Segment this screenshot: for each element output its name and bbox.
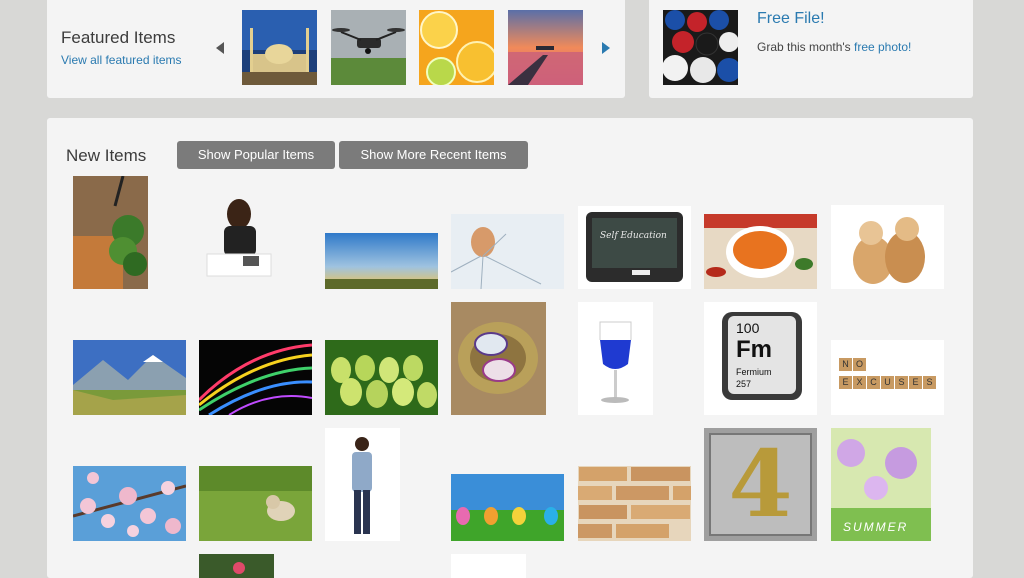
item-thumb-no-excuses-blocks[interactable]: N O E X C U S E S (831, 340, 944, 415)
item-thumb-fermium-tile[interactable]: 100 Fm Fermium 257 (704, 302, 817, 415)
excuses-blocks-row: E X C U S E S (839, 376, 936, 389)
view-all-featured-link[interactable]: View all featured items (61, 53, 182, 67)
letter-block: E (909, 376, 922, 389)
free-file-text: Grab this month's free photo! (757, 40, 911, 54)
item-thumb-partial-white[interactable] (451, 554, 526, 578)
featured-thumb-citrus[interactable] (419, 10, 494, 85)
item-thumb-sunrise-sky[interactable] (325, 233, 438, 289)
featured-thumb-sunset-pier[interactable] (508, 10, 583, 85)
letter-block: U (881, 376, 894, 389)
item-thumb-brick-wall[interactable] (578, 466, 691, 541)
free-file-title[interactable]: Free File! (757, 10, 825, 28)
item-thumb-mountain-valley[interactable] (73, 340, 186, 415)
featured-thumb-drone[interactable] (331, 10, 406, 85)
number-four-text: 4 (728, 430, 793, 538)
item-thumb-summer-flowers[interactable]: SUMMER (831, 428, 931, 541)
letter-block: N (839, 358, 852, 371)
featured-thumb-mosque[interactable] (242, 10, 317, 85)
letter-block: O (853, 358, 866, 371)
carousel-prev-icon[interactable] (216, 42, 224, 54)
letter-block: C (867, 376, 880, 389)
item-thumb-two-dogs[interactable] (831, 205, 944, 289)
free-file-text-prefix: Grab this month's (757, 40, 854, 54)
item-thumb-number-four[interactable]: 4 (704, 428, 817, 541)
carousel-next-icon[interactable] (602, 42, 610, 54)
letter-block: S (923, 376, 936, 389)
free-file-thumb-billiard-balls[interactable] (663, 10, 738, 85)
show-more-recent-items-button[interactable]: Show More Recent Items (339, 141, 528, 169)
summer-text: SUMMER (843, 520, 909, 534)
item-thumb-man-standing[interactable] (325, 428, 400, 541)
letter-block: S (895, 376, 908, 389)
fermium-name: Fermium (736, 367, 772, 377)
item-thumb-easter-nest[interactable] (451, 302, 546, 415)
featured-panel: Featured Items View all featured items (47, 0, 625, 98)
item-thumb-cherry-blossoms[interactable] (73, 466, 186, 541)
item-thumb-self-education-board[interactable]: Self Education (578, 206, 691, 289)
free-file-panel: Free File! Grab this month's free photo! (649, 0, 973, 98)
free-photo-link[interactable]: free photo! (854, 40, 911, 54)
new-items-title: New Items (66, 146, 147, 165)
no-blocks-row: N O (839, 358, 866, 371)
self-education-text: Self Education (600, 231, 667, 241)
new-items-panel: New Items Show Popular Items Show More R… (47, 118, 973, 578)
show-popular-items-button[interactable]: Show Popular Items (177, 141, 335, 169)
item-thumb-herbs-board[interactable] (73, 176, 148, 289)
featured-title: Featured Items (61, 28, 176, 47)
item-thumb-dog-in-grass[interactable] (199, 466, 312, 541)
fermium-number: 100 (736, 320, 760, 336)
item-thumb-egg-cracked-glass[interactable] (451, 214, 564, 289)
fermium-mass: 257 (736, 379, 752, 389)
letter-block: E (839, 376, 852, 389)
item-thumb-easter-eggs-grass[interactable] (451, 474, 564, 541)
item-thumb-color-streaks[interactable] (199, 340, 312, 415)
item-thumb-woman-writing[interactable] (199, 176, 279, 289)
item-thumb-blue-wine-glass[interactable] (578, 302, 653, 415)
letter-block: X (853, 376, 866, 389)
fermium-symbol: Fm (736, 336, 772, 363)
item-thumb-partial-green[interactable] (199, 554, 274, 578)
item-thumb-green-eggs[interactable] (325, 340, 438, 415)
item-thumb-soup-bowl[interactable] (704, 214, 817, 289)
